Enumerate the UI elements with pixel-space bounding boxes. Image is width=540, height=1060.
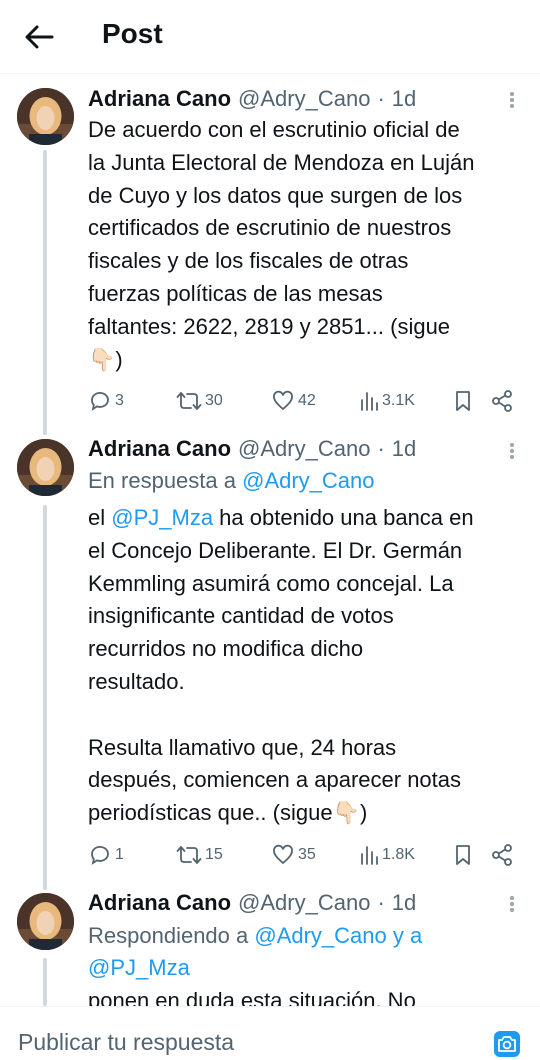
author-name[interactable]: Adriana Cano [88,86,231,111]
mention-link[interactable]: @PJ_Mza [111,505,213,530]
tweet-line: 👇🏻) [88,346,123,372]
bookmark-button[interactable] [452,841,474,869]
repost-icon [176,846,202,864]
reply-count: 3 [115,392,124,409]
repost-count: 30 [205,392,223,409]
views-button[interactable]: 1.8K [359,841,415,869]
page-title: Post [102,18,163,49]
tweet-line: la Junta Electoral de Mendoza en Luján [88,149,475,175]
like-count: 35 [298,846,316,863]
tweet-header: Adriana Cano @Adry_Cano · 1d [88,890,416,916]
avatar[interactable] [17,88,74,145]
author-handle[interactable]: @Adry_Cano [238,436,370,461]
separator-dot: · [377,436,385,461]
author-handle[interactable]: @Adry_Cano [238,86,370,111]
tweet-actions: 3 30 42 3.1K [88,387,518,415]
timestamp[interactable]: 1d [392,86,416,111]
timestamp[interactable]: 1d [392,890,416,915]
tweet-line: resultado. [88,668,185,694]
tweet-line: certificados de escrutinio de nuestros [88,215,452,241]
heart-icon [273,844,293,865]
tweet-line: insignificante cantidad de votos [88,603,394,629]
thread-line [43,150,47,435]
reply-input[interactable]: Publicar tu respuesta [18,1029,234,1056]
reply-to-link[interactable]: @Adry_Cano [242,468,374,493]
reply-prefix: En respuesta a [88,468,243,493]
text-prefix: el [88,505,112,530]
author-name[interactable]: Adriana Cano [88,436,231,461]
thread-line [43,958,47,1006]
reply-context: En respuesta a @Adry_Cano [88,465,528,497]
more-vertical-icon[interactable] [506,90,518,112]
tweet-line: después, comiencen a aparecer notas [88,767,462,793]
share-button[interactable] [490,841,514,869]
tweet-text: De acuerdo con el escrutinio oficial de … [88,114,528,376]
bookmark-icon [456,391,470,411]
author-handle[interactable]: @Adry_Cano [238,890,370,915]
repost-button[interactable]: 30 [176,387,223,415]
like-count: 42 [298,392,316,409]
reply-icon [91,392,109,411]
views-button[interactable]: 3.1K [359,387,415,415]
tweet-line: Resulta llamativo que, 24 horas [88,734,397,760]
tweet-line: faltantes: 2622, 2819 y 2851... (sigue [88,313,451,339]
separator-dot: · [377,86,385,111]
tweet-line: de Cuyo y los datos que surgen de los [88,182,463,208]
repost-button[interactable]: 15 [176,841,223,869]
repost-count: 15 [205,846,223,863]
heart-icon [273,390,293,411]
tweet-line: fiscales y de los fiscales de otras [88,248,409,274]
like-button[interactable]: 35 [271,841,316,869]
avatar[interactable] [17,893,74,950]
avatar[interactable] [17,439,74,496]
tweet-line: periodísticas que.. (sigue👇🏻) [88,800,368,826]
author-name[interactable]: Adriana Cano [88,890,231,915]
share-button[interactable] [490,387,514,415]
reply-button[interactable]: 1 [88,841,124,869]
top-bar: Post [0,0,540,74]
like-button[interactable]: 42 [271,387,316,415]
tweet-line [88,699,528,732]
views-count: 1.8K [382,846,415,863]
reply-icon [91,846,109,865]
timestamp[interactable]: 1d [392,436,416,461]
repost-icon [176,392,202,410]
reply-context: Respondiendo a @Adry_Cano y a @PJ_Mza [88,920,528,984]
share-icon [492,390,512,412]
thread-line [43,505,47,890]
reply-composer: Publicar tu respuesta [0,1006,540,1060]
tweet-line: fuerzas políticas de las mesas [88,280,383,306]
separator-dot: · [377,890,385,915]
tweet-header: Adriana Cano @Adry_Cano · 1d [88,436,416,462]
tweet-line: Kemmling asumirá como concejal. La [88,570,454,596]
views-icon [361,392,378,411]
share-icon [492,844,512,866]
more-vertical-icon[interactable] [506,894,518,916]
views-icon [361,846,378,865]
reply-to-link[interactable]: @PJ_Mza [88,955,190,980]
tweet-line: De acuerdo con el escrutinio oficial de [88,117,460,142]
reply-to-link[interactable]: @Adry_Cano y a [254,923,422,948]
tweet-header: Adriana Cano @Adry_Cano · 1d [88,86,416,112]
tweet-line: el @PJ_Mza ha obtenido una banca en [88,502,528,535]
camera-icon[interactable] [492,1029,522,1059]
views-count: 3.1K [382,392,415,409]
tweet-text: el @PJ_Mza ha obtenido una banca en el C… [88,502,528,830]
more-vertical-icon[interactable] [506,441,518,463]
bookmark-button[interactable] [452,387,474,415]
tweet-actions: 1 15 35 1.8K [88,841,518,869]
reply-button[interactable]: 3 [88,387,124,415]
tweet-line: recurridos no modifica dicho [88,636,364,662]
text-suffix: ha obtenido una banca en [213,505,474,530]
tweet-line: el Concejo Deliberante. El Dr. Germán [88,537,463,563]
back-arrow-icon[interactable] [22,22,56,52]
bookmark-icon [456,845,470,865]
reply-count: 1 [115,846,124,863]
reply-prefix: Respondiendo a [88,923,255,948]
